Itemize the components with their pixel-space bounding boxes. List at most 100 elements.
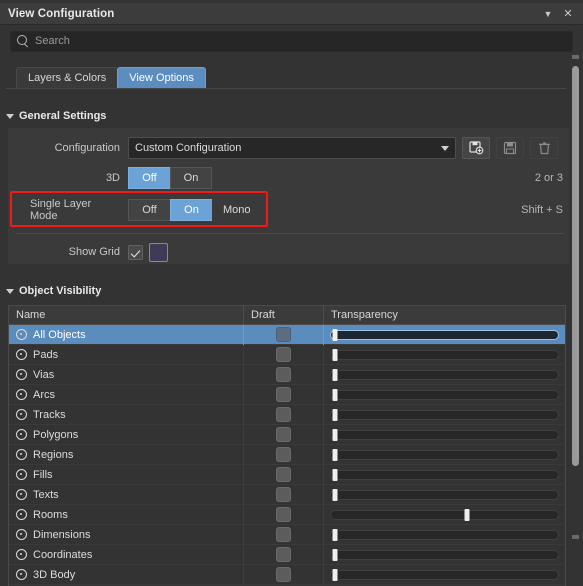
cell-name: All Objects xyxy=(9,324,244,345)
visibility-eye-icon[interactable] xyxy=(16,369,27,380)
draft-checkbox[interactable] xyxy=(276,367,291,382)
draft-checkbox[interactable] xyxy=(276,387,291,402)
draft-checkbox[interactable] xyxy=(276,547,291,562)
cell-draft xyxy=(244,544,324,565)
table-row[interactable]: Polygons xyxy=(9,424,565,445)
table-row[interactable]: Fills xyxy=(9,464,565,485)
transparency-slider[interactable] xyxy=(330,488,559,501)
table-row[interactable]: Texts xyxy=(9,484,565,505)
delete-configuration-button[interactable] xyxy=(530,137,558,159)
draft-checkbox[interactable] xyxy=(276,507,291,522)
column-header-transparency[interactable]: Transparency xyxy=(324,306,565,324)
slider-thumb[interactable] xyxy=(332,568,338,581)
draft-checkbox[interactable] xyxy=(276,487,291,502)
single-layer-mode-option-off[interactable]: Off xyxy=(128,199,170,221)
visibility-eye-icon[interactable] xyxy=(16,549,27,560)
visibility-eye-icon[interactable] xyxy=(16,449,27,460)
three-d-option-on[interactable]: On xyxy=(170,167,212,189)
slider-thumb[interactable] xyxy=(332,368,338,381)
tab-layers-and-colors[interactable]: Layers & Colors xyxy=(16,67,119,88)
table-row[interactable]: Pads xyxy=(9,344,565,365)
transparency-slider[interactable] xyxy=(330,448,559,461)
close-icon[interactable]: ✕ xyxy=(560,5,576,23)
cell-transparency xyxy=(324,405,565,425)
trash-icon xyxy=(538,142,550,155)
general-settings-section-header[interactable]: General Settings xyxy=(0,109,106,123)
draft-checkbox[interactable] xyxy=(276,327,291,342)
transparency-slider[interactable] xyxy=(330,528,559,541)
draft-checkbox[interactable] xyxy=(276,567,291,582)
visibility-eye-icon[interactable] xyxy=(16,349,27,360)
draft-checkbox[interactable] xyxy=(276,347,291,362)
single-layer-mode-option-mono[interactable]: Mono xyxy=(212,199,262,221)
slider-thumb[interactable] xyxy=(464,508,470,521)
slider-thumb[interactable] xyxy=(332,528,338,541)
transparency-slider[interactable] xyxy=(330,368,559,381)
table-row[interactable]: All Objects xyxy=(9,324,565,345)
scrollbar-thumb[interactable] xyxy=(572,66,579,466)
visibility-eye-icon[interactable] xyxy=(16,489,27,500)
three-d-option-off[interactable]: Off xyxy=(128,167,170,189)
visibility-eye-icon[interactable] xyxy=(16,329,27,340)
draft-checkbox[interactable] xyxy=(276,527,291,542)
column-header-draft[interactable]: Draft xyxy=(244,306,324,324)
table-row[interactable]: Rooms xyxy=(9,504,565,525)
tab-list: Layers & Colors View Options xyxy=(16,67,206,88)
table-row[interactable]: Regions xyxy=(9,444,565,465)
visibility-eye-icon[interactable] xyxy=(16,529,27,540)
slider-thumb[interactable] xyxy=(332,408,338,421)
transparency-slider[interactable] xyxy=(330,408,559,421)
column-header-name[interactable]: Name xyxy=(9,306,244,324)
transparency-slider[interactable] xyxy=(330,348,559,361)
vertical-scrollbar[interactable] xyxy=(569,55,582,539)
slider-thumb[interactable] xyxy=(332,348,338,361)
table-row[interactable]: Coordinates xyxy=(9,544,565,565)
visibility-eye-icon[interactable] xyxy=(16,409,27,420)
visibility-eye-icon[interactable] xyxy=(16,429,27,440)
draft-checkbox[interactable] xyxy=(276,427,291,442)
save-configuration-button[interactable] xyxy=(496,137,524,159)
table-row[interactable]: Vias xyxy=(9,364,565,385)
slider-thumb[interactable] xyxy=(332,328,338,341)
slider-thumb[interactable] xyxy=(332,428,338,441)
grid-color-swatch[interactable] xyxy=(149,242,168,262)
configuration-dropdown[interactable]: Custom Configuration xyxy=(128,137,456,159)
single-layer-mode-option-on[interactable]: On xyxy=(170,199,212,221)
tab-view-options[interactable]: View Options xyxy=(117,67,206,88)
transparency-slider[interactable] xyxy=(330,568,559,581)
slider-thumb[interactable] xyxy=(332,468,338,481)
chevron-down-icon[interactable]: ▼ xyxy=(540,5,556,23)
draft-checkbox[interactable] xyxy=(276,447,291,462)
slider-track xyxy=(330,509,559,520)
visibility-eye-icon[interactable] xyxy=(16,389,27,400)
scroll-up-arrow-icon[interactable] xyxy=(572,55,579,59)
show-grid-checkbox[interactable] xyxy=(128,244,143,260)
slider-track xyxy=(330,349,559,360)
slider-thumb[interactable] xyxy=(332,448,338,461)
draft-checkbox[interactable] xyxy=(276,467,291,482)
three-d-shortcut: 2 or 3 xyxy=(534,172,563,184)
visibility-eye-icon[interactable] xyxy=(16,509,27,520)
search-input[interactable]: Search xyxy=(10,30,573,52)
transparency-slider[interactable] xyxy=(330,328,559,341)
transparency-slider[interactable] xyxy=(330,508,559,521)
transparency-slider[interactable] xyxy=(330,428,559,441)
table-row[interactable]: Dimensions xyxy=(9,524,565,545)
slider-thumb[interactable] xyxy=(332,388,338,401)
show-grid-row: Show Grid xyxy=(8,240,573,264)
table-row[interactable]: Tracks xyxy=(9,404,565,425)
object-visibility-section-header[interactable]: Object Visibility xyxy=(0,284,101,298)
transparency-slider[interactable] xyxy=(330,468,559,481)
slider-track xyxy=(330,329,559,340)
scroll-down-arrow-icon[interactable] xyxy=(572,535,579,539)
draft-checkbox[interactable] xyxy=(276,407,291,422)
transparency-slider[interactable] xyxy=(330,388,559,401)
add-configuration-button[interactable] xyxy=(462,137,490,159)
slider-thumb[interactable] xyxy=(332,548,338,561)
table-row[interactable]: Arcs xyxy=(9,384,565,405)
slider-thumb[interactable] xyxy=(332,488,338,501)
table-row[interactable]: 3D Body xyxy=(9,564,565,585)
visibility-eye-icon[interactable] xyxy=(16,569,27,580)
transparency-slider[interactable] xyxy=(330,548,559,561)
visibility-eye-icon[interactable] xyxy=(16,469,27,480)
